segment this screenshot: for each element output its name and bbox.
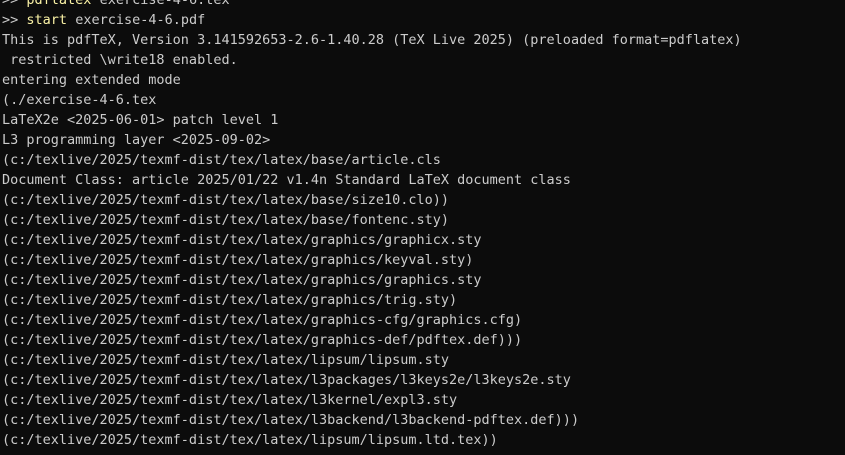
terminal-output: >> pdflatex exercise-4-6.tex >> start ex… (2, 0, 845, 450)
command-name: start (26, 12, 68, 28)
output-line: (c:/texlive/2025/texmf-dist/tex/latex/gr… (2, 232, 482, 248)
output-line: (c:/texlive/2025/texmf-dist/tex/latex/l3… (2, 372, 571, 388)
output-line: This is pdfTeX, Version 3.141592653-2.6-… (2, 32, 742, 48)
command-argument: exercise-4-6.tex (99, 0, 230, 8)
output-line: (c:/texlive/2025/texmf-dist/tex/latex/gr… (2, 272, 482, 288)
output-line: (c:/texlive/2025/texmf-dist/tex/latex/gr… (2, 252, 474, 268)
output-line: (c:/texlive/2025/texmf-dist/tex/latex/gr… (2, 332, 523, 348)
command-argument: exercise-4-6.pdf (75, 12, 206, 28)
output-line: restricted \write18 enabled. (2, 52, 238, 68)
output-line: (c:/texlive/2025/texmf-dist/tex/latex/ba… (2, 212, 450, 228)
output-line: LaTeX2e <2025-06-01> patch level 1 (2, 112, 279, 128)
output-line: (./exercise-4-6.tex (2, 92, 157, 108)
output-line: (c:/texlive/2025/texmf-dist/tex/latex/ba… (2, 192, 450, 208)
output-line: Document Class: article 2025/01/22 v1.4n… (2, 172, 571, 188)
output-line: (c:/texlive/2025/texmf-dist/tex/latex/li… (2, 352, 450, 368)
command-line: >> start exercise-4-6.pdf (2, 10, 845, 30)
output-line: (c:/texlive/2025/texmf-dist/tex/latex/gr… (2, 292, 458, 308)
output-line: (c:/texlive/2025/texmf-dist/tex/latex/li… (2, 432, 498, 448)
command-line: >> pdflatex exercise-4-6.tex (2, 0, 845, 10)
terminal-window[interactable]: >> pdflatex exercise-4-6.tex >> start ex… (0, 0, 845, 455)
output-line: (c:/texlive/2025/texmf-dist/tex/latex/ba… (2, 152, 441, 168)
prompt-symbol: >> (2, 12, 19, 28)
output-line: entering extended mode (2, 72, 181, 88)
output-line: (c:/texlive/2025/texmf-dist/tex/latex/gr… (2, 312, 523, 328)
command-name: pdflatex (26, 0, 92, 8)
output-line: (c:/texlive/2025/texmf-dist/tex/latex/l3… (2, 392, 458, 408)
output-line: L3 programming layer <2025-09-02> (2, 132, 271, 148)
prompt-symbol: >> (2, 0, 19, 8)
output-line: (c:/texlive/2025/texmf-dist/tex/latex/l3… (2, 412, 580, 428)
